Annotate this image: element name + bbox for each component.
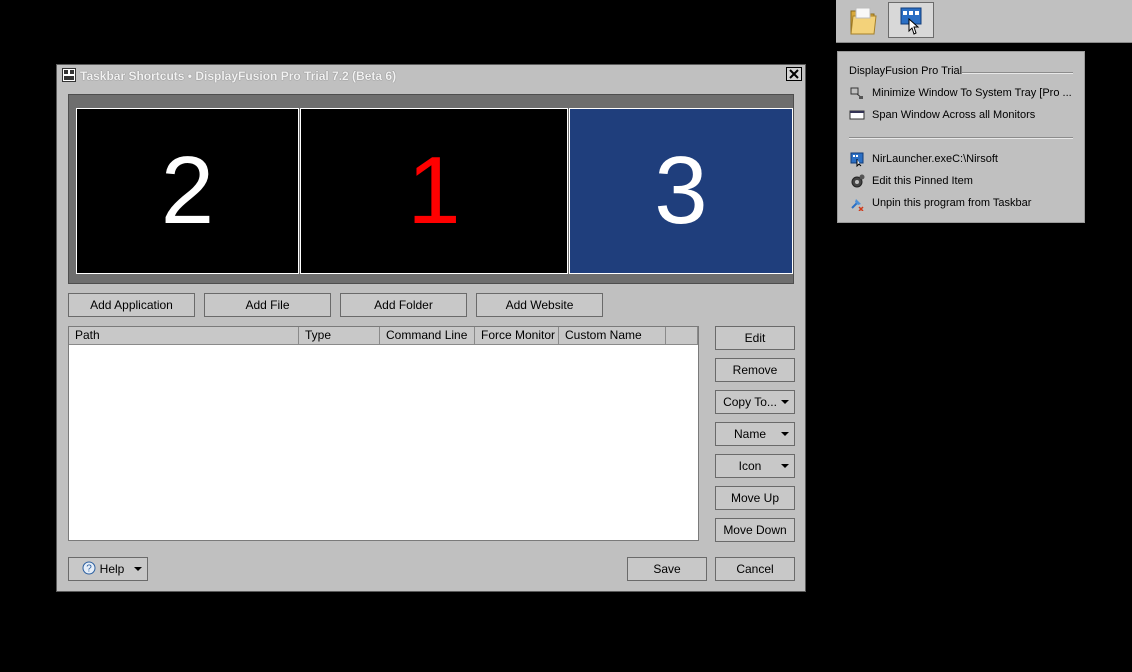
minimize-tray-icon <box>849 85 865 101</box>
chevron-down-icon <box>134 567 142 571</box>
taskbar-shortcuts-dialog: Taskbar Shortcuts • DisplayFusion Pro Tr… <box>56 64 806 592</box>
add-website-button[interactable]: Add Website <box>476 293 603 317</box>
span-window-icon <box>849 107 865 123</box>
close-button[interactable] <box>786 67 802 81</box>
folder-icon[interactable] <box>840 2 886 38</box>
name-label: Name <box>733 427 766 441</box>
move-up-button[interactable]: Move Up <box>715 486 795 510</box>
monitor-number: 1 <box>407 137 461 244</box>
jump-list-item-label: Span Window Across all Monitors <box>872 109 1036 121</box>
close-icon <box>789 69 799 79</box>
jump-list-item-nirlauncher[interactable]: NirLauncher.exeC:\Nirsoft <box>849 150 1074 168</box>
taskbar <box>836 0 1132 43</box>
jump-list: DisplayFusion Pro Trial Minimize Window … <box>837 51 1085 223</box>
jump-list-separator <box>849 137 1073 139</box>
save-button[interactable]: Save <box>627 557 707 581</box>
chevron-down-icon <box>781 432 789 436</box>
monitor-2[interactable]: 2 <box>76 108 299 274</box>
add-application-button[interactable]: Add Application <box>68 293 195 317</box>
help-dropdown-button[interactable]: ? Help <box>68 557 148 581</box>
column-header-empty <box>666 327 698 344</box>
jump-list-item-minimize-tray[interactable]: Minimize Window To System Tray [Pro ... <box>849 84 1074 102</box>
help-label: Help <box>99 562 125 576</box>
jump-list-item-unpin[interactable]: Unpin this program from Taskbar <box>849 194 1074 212</box>
column-header-command-line[interactable]: Command Line <box>380 327 475 344</box>
monitor-3[interactable]: 3 <box>569 108 793 274</box>
remove-button[interactable]: Remove <box>715 358 795 382</box>
jump-list-header: DisplayFusion Pro Trial <box>849 65 963 77</box>
column-header-custom-name[interactable]: Custom Name <box>559 327 666 344</box>
column-header-type[interactable]: Type <box>299 327 380 344</box>
unpin-icon <box>849 195 865 212</box>
list-body[interactable] <box>69 345 698 540</box>
help-icon: ? <box>82 561 96 578</box>
jump-list-item-label: NirLauncher.exeC:\Nirsoft <box>872 153 998 165</box>
chevron-down-icon <box>781 400 789 404</box>
nirlauncher-icon <box>849 151 865 168</box>
jump-list-item-label: Minimize Window To System Tray [Pro ... <box>872 87 1072 99</box>
svg-text:?: ? <box>86 563 92 574</box>
cancel-button[interactable]: Cancel <box>715 557 795 581</box>
displayfusion-icon[interactable] <box>888 2 934 38</box>
name-dropdown-button[interactable]: Name <box>715 422 795 446</box>
add-file-button[interactable]: Add File <box>204 293 331 317</box>
icon-label: Icon <box>738 459 762 473</box>
copy-to-dropdown-button[interactable]: Copy To... <box>715 390 795 414</box>
gear-icon <box>849 173 865 189</box>
jump-list-item-label: Unpin this program from Taskbar <box>872 197 1032 209</box>
edit-button[interactable]: Edit <box>715 326 795 350</box>
jump-list-header-divider <box>962 72 1073 74</box>
window-title: Taskbar Shortcuts • DisplayFusion Pro Tr… <box>80 69 397 83</box>
monitor-number: 2 <box>160 137 215 244</box>
shortcuts-list[interactable]: Path Type Command Line Force Monitor Cus… <box>68 326 699 541</box>
monitor-1[interactable]: 1 <box>300 108 568 274</box>
move-down-button[interactable]: Move Down <box>715 518 795 542</box>
column-header-path[interactable]: Path <box>69 327 299 344</box>
copy-to-label: Copy To... <box>723 395 777 409</box>
jump-list-item-label: Edit this Pinned Item <box>872 175 973 187</box>
monitor-preview: 2 1 3 <box>68 94 794 284</box>
add-folder-button[interactable]: Add Folder <box>340 293 467 317</box>
list-header: Path Type Command Line Force Monitor Cus… <box>69 327 698 345</box>
title-bar[interactable]: Taskbar Shortcuts • DisplayFusion Pro Tr… <box>57 65 805 86</box>
monitor-number: 3 <box>654 137 708 244</box>
icon-dropdown-button[interactable]: Icon <box>715 454 795 478</box>
jump-list-item-edit-pinned[interactable]: Edit this Pinned Item <box>849 172 1074 190</box>
jump-list-item-span-window[interactable]: Span Window Across all Monitors <box>849 106 1074 124</box>
column-header-force-monitor[interactable]: Force Monitor <box>475 327 559 344</box>
app-icon <box>62 68 76 82</box>
chevron-down-icon <box>781 464 789 468</box>
